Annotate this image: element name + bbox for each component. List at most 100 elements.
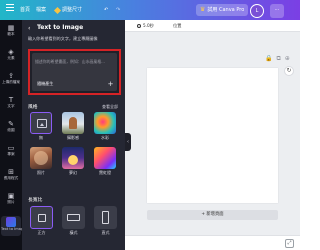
resize-button[interactable]: 調整尺寸 — [53, 4, 83, 16]
design-page[interactable] — [147, 68, 278, 203]
photos-icon: ▣ — [7, 192, 15, 200]
style-thumbnail — [94, 147, 116, 169]
clock-icon — [137, 24, 141, 28]
aspect-ratio-portrait[interactable]: 直式 — [94, 206, 117, 240]
style-option-neon[interactable]: 霓虹燈 — [94, 147, 116, 176]
bottom-bar: ⤢ — [125, 235, 300, 250]
image-placeholder-icon — [37, 119, 47, 128]
panel-description: 輸入你希望看到的文字，建立專屬圖像 — [28, 36, 98, 41]
rail-label: 上傳的檔案 — [2, 80, 20, 84]
add-icon[interactable]: + — [107, 81, 114, 88]
prompt-input[interactable] — [35, 56, 115, 66]
canvas-workspace: 5.0秒 位置 🔒 ⧉ ⊕ ↻ + 新增頁面 ⤢ — [125, 20, 300, 250]
rail-label: 應用程式 — [3, 176, 19, 180]
collapse-panel-handle[interactable]: ‹ — [125, 133, 131, 151]
fullscreen-icon[interactable]: ⤢ — [285, 239, 294, 248]
duration-value: 5.0秒 — [143, 23, 154, 28]
ratio-tile — [94, 206, 117, 229]
redo-icon[interactable]: ↷ — [116, 4, 120, 16]
rail-item-photos[interactable]: ▣ 照片 — [0, 192, 22, 205]
lock-icon[interactable]: 🔒 — [265, 55, 272, 63]
rail-item-text-to-image[interactable]: Text to Image — [1, 216, 26, 236]
rail-label: 範本 — [7, 32, 15, 36]
undo-icon[interactable]: ↶ — [104, 4, 108, 16]
style-heading: 風格 — [28, 105, 38, 110]
rail-item-elements[interactable]: ◈ 元素 — [0, 48, 22, 61]
random-prompt-button[interactable]: 隨機產生 — [35, 80, 55, 88]
aspect-ratio-square[interactable]: 正方 — [30, 206, 53, 240]
template-icon: ▦ — [7, 24, 15, 32]
ratio-label: 直式 — [101, 230, 110, 235]
square-ratio-icon — [38, 214, 46, 222]
ratio-label: 正方 — [37, 230, 46, 235]
refresh-icon[interactable]: ↻ — [284, 66, 294, 76]
avatar[interactable]: L — [250, 4, 264, 18]
draw-icon: ✎ — [8, 120, 14, 128]
crown-icon: ♛ — [200, 6, 206, 13]
text-icon: T — [8, 96, 14, 104]
style-label: 水彩 — [101, 135, 109, 140]
style-label: 霓虹燈 — [99, 170, 111, 175]
text-to-image-panel: ‹ Text to Image 輸入你希望看到的文字，建立專屬圖像 隨機產生 +… — [22, 20, 125, 250]
top-bar: 首頁 檔案 調整尺寸 ↶ ↷ ♛ 試用 Canva Pro L ⋯ — [0, 0, 300, 20]
rail-item-projects[interactable]: ▭ 專案 — [0, 144, 22, 157]
aspect-ratio-landscape[interactable]: 橫式 — [62, 206, 85, 240]
style-option-none[interactable]: 無 — [30, 112, 52, 141]
style-label: 夢幻 — [69, 170, 77, 175]
rail-label: 照片 — [7, 200, 15, 204]
style-option-photo[interactable]: 照片 — [30, 147, 52, 176]
duration-button[interactable]: 5.0秒 — [137, 23, 154, 29]
rail-item-apps[interactable]: ⊞ 應用程式 — [0, 168, 22, 181]
rail-item-templates[interactable]: ▦ 範本 — [0, 24, 22, 37]
duplicate-icon[interactable]: ⧉ — [276, 55, 280, 63]
rail-label: 文字 — [7, 104, 15, 108]
rail-item-uploads[interactable]: ⇪ 上傳的檔案 — [0, 72, 22, 85]
elements-icon: ◈ — [8, 48, 14, 56]
prompt-field[interactable]: 隨機產生 + — [32, 53, 117, 91]
ratio-tile — [62, 206, 85, 229]
style-thumbnail — [62, 112, 84, 134]
back-arrow-icon[interactable]: ‹ — [28, 25, 30, 32]
see-all-link[interactable]: 查看全部 — [102, 104, 118, 110]
ratio-label: 橫式 — [69, 230, 78, 235]
upload-icon: ⇪ — [8, 72, 14, 80]
try-pro-label: 試用 Canva Pro — [207, 7, 245, 13]
style-thumbnail — [94, 112, 116, 134]
prompt-highlight-box: 隨機產生 + — [28, 49, 121, 95]
style-label: 照片 — [37, 170, 45, 175]
rail-label: Text to Image — [1, 227, 26, 231]
style-option-watercolor[interactable]: 水彩 — [94, 112, 116, 141]
left-rail: ▦ 範本 ◈ 元素 ⇪ 上傳的檔案 T 文字 ✎ 繪圖 ▭ 專案 ⊞ 應用程式 … — [0, 20, 26, 250]
style-label: 無 — [39, 135, 43, 140]
portrait-ratio-icon — [102, 211, 109, 224]
aspect-ratio-heading: 長寬比 — [28, 198, 43, 203]
more-icon[interactable]: ⋯ — [270, 4, 284, 18]
page-tools: 🔒 ⧉ ⊕ — [265, 55, 290, 63]
rail-label: 專案 — [7, 152, 15, 156]
style-label: 攝影感 — [67, 135, 79, 140]
canvas-toolbar: 5.0秒 位置 — [125, 20, 300, 32]
style-option-dreamy[interactable]: 夢幻 — [62, 147, 84, 176]
rail-item-text[interactable]: T 文字 — [0, 96, 22, 109]
resize-label: 調整尺寸 — [62, 7, 83, 13]
style-thumbnail — [30, 112, 52, 134]
style-thumbnail — [62, 147, 84, 169]
projects-icon: ▭ — [7, 144, 15, 152]
style-option-photographic[interactable]: 攝影感 — [62, 112, 84, 141]
ratio-tile — [30, 206, 53, 229]
rail-label: 元素 — [7, 56, 15, 60]
home-button[interactable]: 首頁 — [20, 4, 30, 16]
text-to-image-icon — [6, 217, 16, 227]
add-page-button[interactable]: + 新增頁面 — [147, 210, 278, 220]
add-page-icon[interactable]: ⊕ — [285, 55, 290, 63]
position-button[interactable]: 位置 — [173, 23, 181, 29]
menu-icon[interactable] — [6, 4, 14, 12]
crown-gem-icon — [53, 6, 62, 14]
try-pro-button[interactable]: ♛ 試用 Canva Pro — [196, 4, 249, 16]
style-thumbnail — [30, 147, 52, 169]
panel-title: Text to Image — [37, 24, 84, 31]
file-menu[interactable]: 檔案 — [36, 4, 46, 16]
landscape-ratio-icon — [67, 214, 80, 221]
apps-icon: ⊞ — [8, 168, 14, 176]
rail-item-draw[interactable]: ✎ 繪圖 — [0, 120, 22, 133]
